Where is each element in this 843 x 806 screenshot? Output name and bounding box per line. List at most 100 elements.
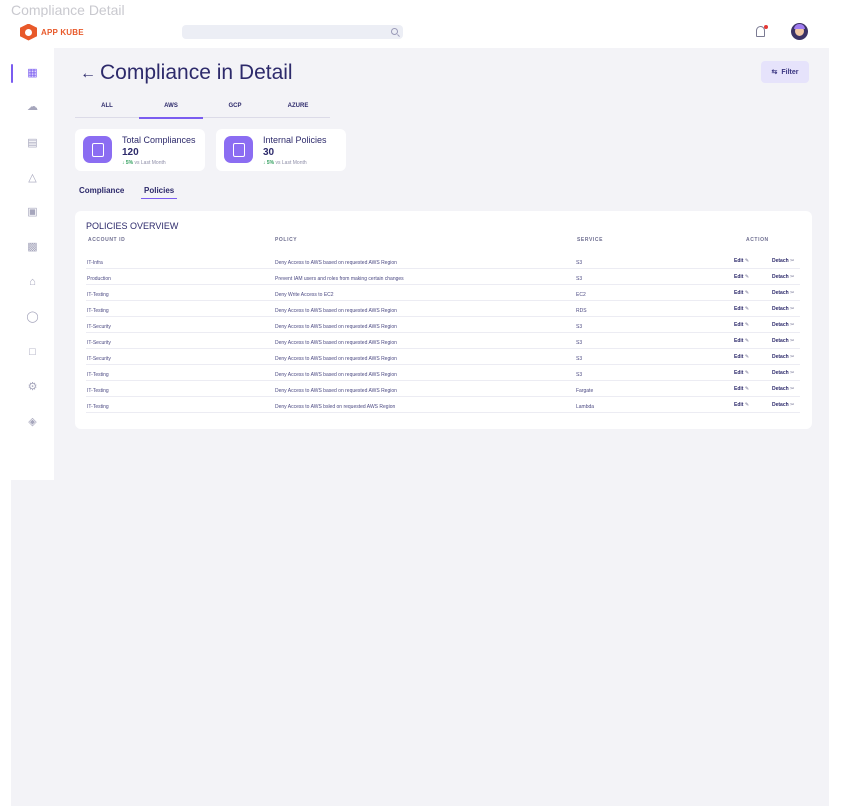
detach-button[interactable]: Detach ✂ <box>772 370 794 376</box>
edit-button[interactable]: Edit ✎ <box>734 386 749 392</box>
edit-button[interactable]: Edit ✎ <box>734 322 749 328</box>
policy-cell: Deny Access to AWS based on requested AW… <box>275 260 397 266</box>
policy-cell: Deny Access to AWS based on requested AW… <box>275 340 397 346</box>
table-row: IT-Security Deny Access to AWS based on r… <box>86 334 800 349</box>
report-icon[interactable]: ▣ <box>26 206 39 219</box>
account-id-cell: IT-Security <box>87 356 111 362</box>
rocket-icon[interactable]: △ <box>26 172 39 185</box>
detach-button[interactable]: Detach ✂ <box>772 386 794 392</box>
detach-label: Detach <box>772 370 789 376</box>
edit-icon: ✎ <box>743 258 750 264</box>
tab-azure[interactable]: AZURE <box>266 103 330 109</box>
app-logo[interactable]: APP KUBE <box>20 23 84 41</box>
logo-text: APP KUBE <box>41 27 84 37</box>
shield-icon[interactable]: ◯ <box>26 311 39 324</box>
tab-aws[interactable]: AWS <box>139 103 203 119</box>
policy-cell: Deny Access to AWS bsled on requested AW… <box>275 404 396 410</box>
table-row: IT-Testing Deny Access to AWS based on re… <box>86 382 800 397</box>
chip-icon[interactable]: ▩ <box>26 241 39 254</box>
edit-icon: ✎ <box>743 322 750 328</box>
sidebar-active-indicator <box>11 64 13 83</box>
policy-icon <box>224 136 253 163</box>
detach-label: Detach <box>772 322 789 328</box>
service-cell: S3 <box>576 324 583 330</box>
table-row: IT-Testing Deny Access to AWS based on re… <box>86 366 800 381</box>
policies-panel: POLICIES OVERVIEW ACCOUNT ID POLICY SERV… <box>75 211 812 429</box>
stat-card-internal-policies[interactable]: Internal Policies 30 ↓ 5% vs Last Month <box>216 129 346 171</box>
detach-label: Detach <box>772 386 789 392</box>
stat-value: 30 <box>263 147 275 158</box>
stat-value: 120 <box>122 147 139 158</box>
edit-button[interactable]: Edit ✎ <box>734 306 749 312</box>
edit-button[interactable]: Edit ✎ <box>734 402 749 408</box>
tab-gcp[interactable]: GCP <box>203 103 267 109</box>
edit-button[interactable]: Edit ✎ <box>734 338 749 344</box>
detach-label: Detach <box>772 258 789 264</box>
trend-down-icon: ↓ <box>263 160 266 166</box>
edit-icon: ✎ <box>743 338 750 344</box>
tab-policies[interactable]: Policies <box>141 186 178 199</box>
detach-button[interactable]: Detach ✂ <box>772 290 794 296</box>
dashboard-icon[interactable]: ▦ <box>26 67 39 80</box>
service-cell: Fargate <box>576 388 594 394</box>
app-window: APP KUBE ▦ ☁ ▤ △ ▣ ▩ ⌂ ◯ □ ⚙ ◈ ← Complia… <box>11 17 829 806</box>
clipboard-icon[interactable]: ▤ <box>26 137 39 150</box>
policy-cell: Deny Access to AWS based on requested AW… <box>275 388 397 394</box>
layers-icon[interactable]: ◈ <box>26 416 39 429</box>
tab-compliance[interactable]: Compliance <box>79 186 124 195</box>
table-row: IT-Testing Deny Access to AWS based on re… <box>86 302 800 317</box>
link-icon: ✂ <box>788 370 795 376</box>
account-id-cell: IT-Testing <box>87 404 109 410</box>
trend-note: vs Last Month <box>275 160 307 166</box>
frame-title: Compliance Detail <box>11 2 125 18</box>
page-title: Compliance in Detail <box>100 61 293 84</box>
detach-button[interactable]: Detach ✂ <box>772 306 794 312</box>
top-bar: APP KUBE <box>11 17 829 48</box>
table-row: IT-Testing Deny Write Access to EC2 EC2 Edi… <box>86 286 800 301</box>
avatar[interactable] <box>791 23 808 40</box>
trend-percent: 5% <box>266 160 275 166</box>
edit-button[interactable]: Edit ✎ <box>734 290 749 296</box>
detach-button[interactable]: Detach ✂ <box>772 322 794 328</box>
filter-button[interactable]: ⇆ Filter <box>761 61 809 83</box>
house-icon[interactable]: ⌂ <box>26 276 39 289</box>
policy-cell: Deny Access to AWS based on requested AW… <box>275 356 397 362</box>
trend-percent: 5% <box>125 160 134 166</box>
table-row: IT-Security Deny Access to AWS based on r… <box>86 350 800 365</box>
account-id-cell: Production <box>87 276 111 282</box>
policy-cell: Deny Access to AWS based on requested AW… <box>275 324 397 330</box>
cloud-icon[interactable]: ☁ <box>26 101 39 114</box>
compliance-icon <box>83 136 112 163</box>
edit-button[interactable]: Edit ✎ <box>734 354 749 360</box>
service-cell: EC2 <box>576 292 586 298</box>
detach-button[interactable]: Detach ✂ <box>772 274 794 280</box>
edit-button[interactable]: Edit ✎ <box>734 258 749 264</box>
search-input[interactable] <box>182 25 403 39</box>
detach-label: Detach <box>772 402 789 408</box>
detach-button[interactable]: Detach ✂ <box>772 258 794 264</box>
tab-all[interactable]: ALL <box>75 103 139 109</box>
detach-button[interactable]: Detach ✂ <box>772 402 794 408</box>
service-cell: Lambda <box>576 404 595 410</box>
account-id-cell: IT-Infra <box>87 260 103 266</box>
column-header-policy: POLICY <box>275 237 298 243</box>
edit-icon: ✎ <box>743 306 750 312</box>
column-header-account-id: ACCOUNT ID <box>88 237 126 243</box>
edit-button[interactable]: Edit ✎ <box>734 274 749 280</box>
users-icon[interactable]: ⚙ <box>26 381 39 394</box>
stat-card-total-compliances[interactable]: Total Compliances 120 ↓ 5% vs Last Month <box>75 129 205 171</box>
detach-label: Detach <box>772 290 789 296</box>
filter-label: Filter <box>781 68 799 76</box>
column-header-service: SERVICE <box>577 237 604 243</box>
square-icon[interactable]: □ <box>26 346 39 359</box>
account-id-cell: IT-Security <box>87 340 111 346</box>
detach-button[interactable]: Detach ✂ <box>772 354 794 360</box>
detach-button[interactable]: Detach ✂ <box>772 338 794 344</box>
stat-trend: ↓ 5% vs Last Month <box>263 160 307 166</box>
edit-button[interactable]: Edit ✎ <box>734 370 749 376</box>
service-cell: S3 <box>576 260 583 266</box>
back-arrow-icon[interactable]: ← <box>80 65 96 83</box>
filter-icon: ⇆ <box>771 69 778 76</box>
table-row: IT-Testing Deny Access to AWS bsled on re… <box>86 398 800 413</box>
link-icon: ✂ <box>788 290 795 296</box>
